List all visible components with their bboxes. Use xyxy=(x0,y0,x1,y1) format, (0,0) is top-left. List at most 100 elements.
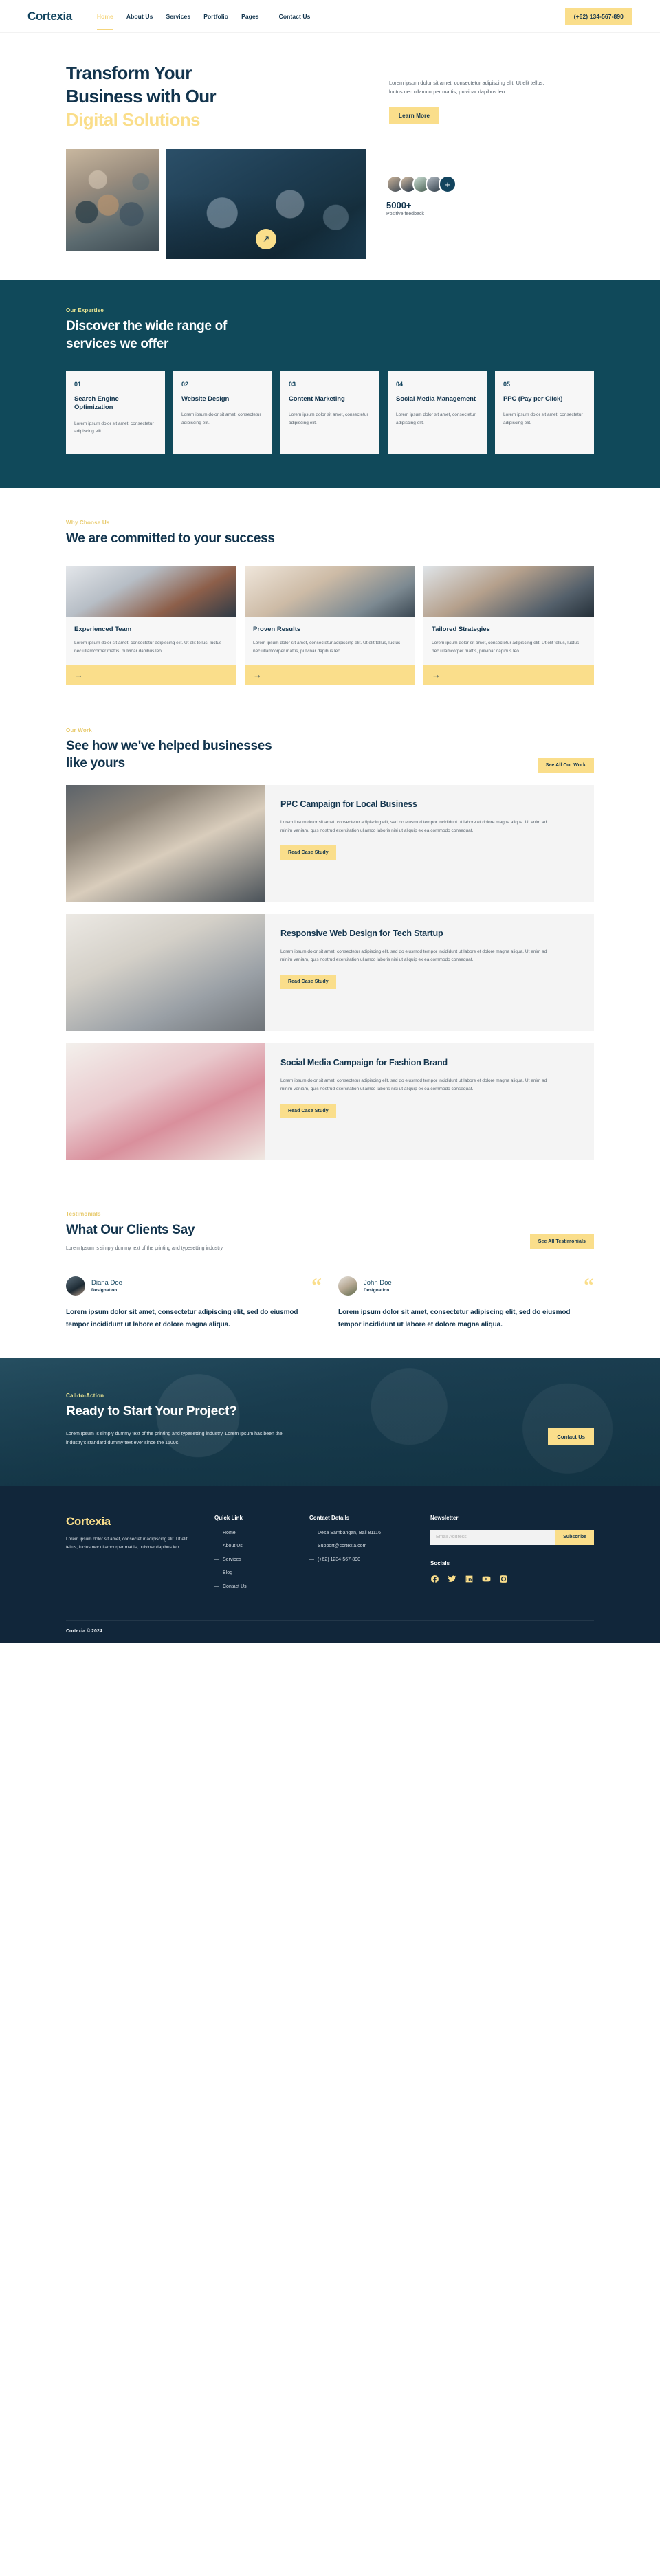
avatar-more-button[interactable]: + xyxy=(439,175,456,194)
services-eyebrow: Our Expertise xyxy=(66,307,104,314)
footer-newsletter: Newsletter Subscribe Socials xyxy=(430,1515,594,1597)
why-card[interactable]: Tailored Strategies Lorem ipsum dolor si… xyxy=(424,566,594,685)
testimonials-eyebrow: Testimonials xyxy=(66,1210,101,1217)
why-card-image xyxy=(245,566,415,618)
phone-button[interactable]: (+62) 134-567-890 xyxy=(564,8,632,25)
case-study-title: PPC Campaign for Local Business xyxy=(280,799,417,809)
service-card[interactable]: 02 Website Design Lorem ipsum dolor sit … xyxy=(173,370,272,454)
testimonials-grid: Diana Doe Designation “ Lorem ipsum dolo… xyxy=(66,1276,594,1331)
testimonial-role: Designation xyxy=(91,1288,118,1293)
case-study-row[interactable]: Social Media Campaign for Fashion Brand … xyxy=(66,1043,594,1160)
case-study-image xyxy=(66,913,265,1031)
footer-link-label: Home xyxy=(223,1530,236,1535)
case-study-row[interactable]: PPC Campaign for Local Business Lorem ip… xyxy=(66,784,594,902)
footer-newsletter-heading: Newsletter xyxy=(430,1514,459,1521)
hero-title-line-3: Digital Solutions xyxy=(66,109,201,130)
footer-quick-links: Quick Link — Home — About Us — Services — Bl… xyxy=(214,1515,292,1597)
arrow-right-icon[interactable]: → xyxy=(66,665,236,685)
footer-socials-heading: Socials xyxy=(430,1559,450,1566)
footer-contact-details: Contact Details — Desa Sambangan, Bali 81… xyxy=(309,1515,412,1597)
hero-title-line-1: Transform Your xyxy=(66,63,192,83)
nav-item-services[interactable]: Services xyxy=(166,13,190,20)
facebook-icon[interactable] xyxy=(430,1575,439,1584)
call-to-action-section: Call-to-Action Ready to Start Your Proje… xyxy=(0,1358,660,1486)
why-card-description: Lorem ipsum dolor sit amet, consectetur … xyxy=(74,641,222,654)
footer-logo[interactable]: Cortexia xyxy=(66,1515,197,1529)
why-choose-us-section: Why Choose Us We are committed to your s… xyxy=(0,488,660,712)
read-case-study-button[interactable]: Read Case Study xyxy=(280,974,336,989)
footer-contact-label: Desa Sambangan, Bali 81116 xyxy=(318,1530,381,1535)
learn-more-button[interactable]: Learn More xyxy=(389,107,440,125)
footer-link-services[interactable]: — Services xyxy=(214,1557,292,1564)
arrow-right-icon[interactable]: → xyxy=(245,665,415,685)
linkedin-icon[interactable] xyxy=(465,1575,474,1584)
nav-item-pages[interactable]: Pages xyxy=(241,13,259,20)
footer-contact-phone[interactable]: — (+62) 1234-567-890 xyxy=(309,1557,412,1564)
hero-stats: + 5000+ Positive feedback xyxy=(373,149,490,216)
see-all-testimonials-button[interactable]: See All Testimonials xyxy=(529,1234,594,1249)
site-header: Cortexia Home About Us Services Portfoli… xyxy=(0,0,660,33)
why-card-title: Experienced Team xyxy=(74,625,132,634)
footer-link-label: Services xyxy=(223,1557,241,1562)
work-eyebrow: Our Work xyxy=(66,726,92,733)
cta-title: Ready to Start Your Project? xyxy=(66,1404,237,1419)
service-description: Lorem ipsum dolor sit amet, consectetur … xyxy=(289,412,368,425)
case-study-description: Lorem ipsum dolor sit amet, consectetur … xyxy=(280,820,547,834)
why-eyebrow: Why Choose Us xyxy=(66,519,110,526)
service-card[interactable]: 04 Social Media Management Lorem ipsum d… xyxy=(388,370,487,454)
nav-item-portfolio[interactable]: Portfolio xyxy=(204,13,228,20)
why-card-description: Lorem ipsum dolor sit amet, consectetur … xyxy=(432,641,580,654)
testimonials-section: Testimonials What Our Clients Say Lorem … xyxy=(0,1188,660,1358)
footer-link-label: About Us xyxy=(223,1544,243,1549)
case-study-description: Lorem ipsum dolor sit amet, consectetur … xyxy=(280,1078,547,1092)
site-logo[interactable]: Cortexia xyxy=(28,10,72,23)
hero-description: Lorem ipsum dolor sit amet, consectetur … xyxy=(389,80,544,96)
footer-link-label: Contact Us xyxy=(223,1584,247,1589)
footer-link-label: Blog xyxy=(223,1570,233,1576)
nav-item-about-us[interactable]: About Us xyxy=(126,13,153,20)
nav-item-home[interactable]: Home xyxy=(96,13,113,30)
service-name: Social Media Management xyxy=(396,395,476,403)
testimonial-author: John Doe xyxy=(364,1279,392,1287)
avatar xyxy=(66,1276,85,1296)
see-all-our-work-button[interactable]: See All Our Work xyxy=(537,757,594,773)
youtube-icon[interactable] xyxy=(482,1575,491,1584)
why-card[interactable]: Proven Results Lorem ipsum dolor sit ame… xyxy=(245,566,415,685)
arrow-right-icon[interactable]: → xyxy=(424,665,594,685)
hero-section: Transform Your Business with Our Digital… xyxy=(0,33,660,280)
testimonial-text: Lorem ipsum dolor sit amet, consectetur … xyxy=(338,1309,571,1329)
testimonials-subtitle: Lorem Ipsum is simply dummy text of the … xyxy=(66,1245,224,1251)
why-card[interactable]: Experienced Team Lorem ipsum dolor sit a… xyxy=(66,566,236,685)
avatar xyxy=(338,1276,358,1296)
instagram-icon[interactable] xyxy=(499,1575,508,1584)
service-card[interactable]: 03 Content Marketing Lorem ipsum dolor s… xyxy=(280,370,380,454)
hero-title-line-2: Business with Our xyxy=(66,85,217,107)
case-study-row[interactable]: Responsive Web Design for Tech Startup L… xyxy=(66,913,594,1031)
footer-link-contact-us[interactable]: — Contact Us xyxy=(214,1584,292,1591)
newsletter-email-input[interactable] xyxy=(430,1529,556,1545)
read-case-study-button[interactable]: Read Case Study xyxy=(280,845,336,860)
arrow-up-right-icon[interactable]: ↗ xyxy=(256,229,276,250)
service-name: Search Engine Optimization xyxy=(74,395,119,412)
footer-quick-links-heading: Quick Link xyxy=(214,1514,243,1521)
service-card[interactable]: 01 Search Engine Optimization Lorem ipsu… xyxy=(66,370,165,454)
service-card[interactable]: 05 PPC (Pay per Click) Lorem ipsum dolor… xyxy=(495,370,594,454)
nav-item-contact-us[interactable]: Contact Us xyxy=(279,13,311,20)
subscribe-button[interactable]: Subscribe xyxy=(556,1529,594,1545)
chevron-down-icon: ＋ xyxy=(260,13,266,19)
footer-link-home[interactable]: — Home xyxy=(214,1530,292,1537)
dash-icon: — xyxy=(214,1557,219,1562)
testimonial-author: Diana Doe xyxy=(91,1279,122,1287)
service-name: PPC (Pay per Click) xyxy=(503,395,563,403)
case-study-image xyxy=(66,784,265,902)
read-case-study-button[interactable]: Read Case Study xyxy=(280,1103,336,1118)
main-navigation: Home About Us Services Portfolio Pages ＋… xyxy=(96,12,565,30)
footer-link-about-us[interactable]: — About Us xyxy=(214,1543,292,1551)
service-number: 02 xyxy=(182,380,189,388)
contact-us-button[interactable]: Contact Us xyxy=(548,1428,594,1445)
site-footer: Cortexia Lorem ipsum dolor sit amet, con… xyxy=(0,1485,660,1644)
footer-link-blog[interactable]: — Blog xyxy=(214,1570,292,1577)
twitter-icon[interactable] xyxy=(448,1575,456,1584)
footer-contact-email[interactable]: — Support@cortexia.com xyxy=(309,1543,412,1551)
case-study-title: Social Media Campaign for Fashion Brand xyxy=(280,1057,448,1067)
